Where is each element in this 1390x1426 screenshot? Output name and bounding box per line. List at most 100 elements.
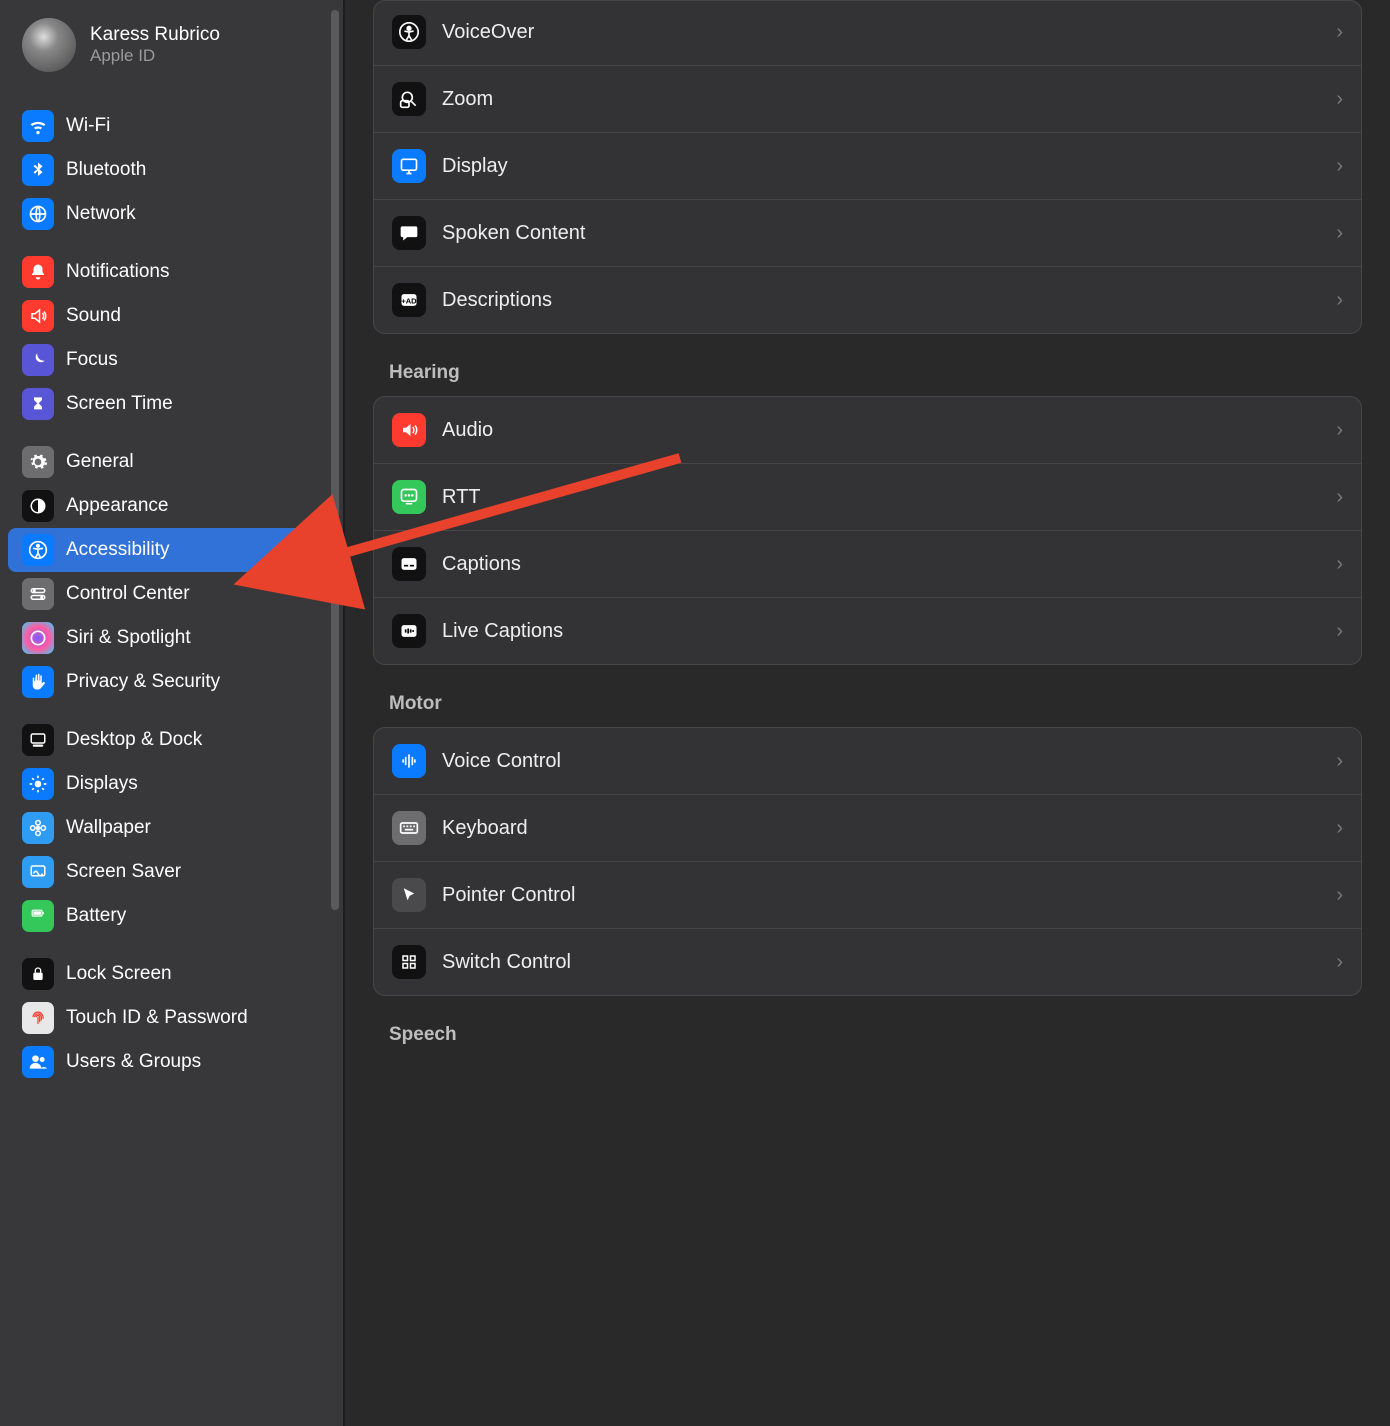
settings-row-rtt[interactable]: RTT›	[374, 464, 1361, 531]
sidebar-item-label: Users & Groups	[66, 1051, 201, 1073]
settings-row-voicecontrol[interactable]: Voice Control ›	[374, 728, 1361, 795]
lock-icon	[22, 958, 54, 990]
chevron-right-icon: ›	[1336, 419, 1343, 442]
chevron-right-icon: ›	[1336, 289, 1343, 312]
settings-row-display[interactable]: Display›	[374, 133, 1361, 200]
settings-row-label: Live Captions	[442, 620, 1320, 643]
section-title-speech: Speech	[389, 1024, 1362, 1046]
audio-icon	[392, 413, 426, 447]
sidebar-item-wifi[interactable]: Wi-Fi	[8, 104, 335, 148]
sidebar-scrollbar[interactable]	[331, 10, 339, 910]
sidebar-item-label: Privacy & Security	[66, 671, 220, 693]
bell-icon	[22, 256, 54, 288]
sidebar-item-label: Lock Screen	[66, 963, 172, 985]
sidebar-item-label: Siri & Spotlight	[66, 627, 191, 649]
chevron-right-icon: ›	[1336, 884, 1343, 907]
settings-row-captions[interactable]: Captions›	[374, 531, 1361, 598]
profile-name: Karess Rubrico	[90, 24, 220, 46]
settings-row-zoom[interactable]: Zoom›	[374, 66, 1361, 133]
hourglass-icon	[22, 388, 54, 420]
sidebar-item-lock[interactable]: Lock Screen	[8, 952, 335, 996]
settings-row-label: Pointer Control	[442, 884, 1320, 907]
bluetooth-icon	[22, 154, 54, 186]
zoom-icon	[392, 82, 426, 116]
chevron-right-icon: ›	[1336, 155, 1343, 178]
settings-row-label: Descriptions	[442, 289, 1320, 312]
chevron-right-icon: ›	[1336, 951, 1343, 974]
settings-group: Audio › RTT›Captions›Live Captions›	[373, 396, 1362, 665]
profile-section[interactable]: Karess Rubrico Apple ID	[8, 10, 335, 90]
settings-row-label: Voice Control	[442, 750, 1320, 773]
sidebar-item-label: Network	[66, 203, 136, 225]
chevron-right-icon: ›	[1336, 750, 1343, 773]
dock-icon	[22, 724, 54, 756]
sidebar-item-general[interactable]: General	[8, 440, 335, 484]
settings-group: Voice Control›Keyboard›Pointer Control›S…	[373, 727, 1362, 996]
settings-row-keyboard[interactable]: Keyboard›	[374, 795, 1361, 862]
sidebar-item-desktop[interactable]: Desktop & Dock	[8, 718, 335, 762]
battery-icon	[22, 900, 54, 932]
sidebar-item-screentime[interactable]: Screen Time	[8, 382, 335, 426]
chevron-right-icon: ›	[1336, 817, 1343, 840]
sidebar-item-appearance[interactable]: Appearance	[8, 484, 335, 528]
sidebar-item-users[interactable]: Users & Groups	[8, 1040, 335, 1084]
accessibility-icon	[22, 534, 54, 566]
settings-row-livecaptions[interactable]: Live Captions›	[374, 598, 1361, 664]
sidebar-item-label: Screen Saver	[66, 861, 181, 883]
settings-row-voiceover[interactable]: VoiceOver ›	[374, 1, 1361, 66]
settings-row-spoken[interactable]: Spoken Content›	[374, 200, 1361, 267]
sidebar-item-displays[interactable]: Displays	[8, 762, 335, 806]
sidebar-item-privacy[interactable]: Privacy & Security	[8, 660, 335, 704]
sidebar-item-label: Desktop & Dock	[66, 729, 202, 751]
sidebar-item-label: Wi-Fi	[66, 115, 110, 137]
settings-row-label: Spoken Content	[442, 222, 1320, 245]
sidebar-item-battery[interactable]: Battery	[8, 894, 335, 938]
svg-text:+AD: +AD	[401, 296, 417, 305]
settings-row-label: VoiceOver	[442, 21, 1320, 44]
section-title-hearing: Hearing	[389, 362, 1362, 384]
sidebar-item-label: Focus	[66, 349, 118, 371]
sidebar-item-accessibility[interactable]: Accessibility	[8, 528, 335, 572]
sidebar-item-siri[interactable]: Siri & Spotlight	[8, 616, 335, 660]
settings-row-pointer[interactable]: Pointer Control ›	[374, 862, 1361, 929]
settings-row-label: Audio	[442, 419, 1320, 442]
gear-icon	[22, 446, 54, 478]
voiceover-icon	[392, 15, 426, 49]
chevron-right-icon: ›	[1336, 21, 1343, 44]
voice-control-icon	[392, 744, 426, 778]
sidebar-item-focus[interactable]: Focus	[8, 338, 335, 382]
sidebar-item-controlcenter[interactable]: Control Center	[8, 572, 335, 616]
fingerprint-icon	[22, 1002, 54, 1034]
settings-row-switch[interactable]: Switch Control›	[374, 929, 1361, 995]
live-captions-icon	[392, 614, 426, 648]
chevron-right-icon: ›	[1336, 88, 1343, 111]
flower-icon	[22, 812, 54, 844]
settings-group: VoiceOver›Zoom›Display›Spoken Content›+A…	[373, 0, 1362, 334]
sidebar-item-sound[interactable]: Sound	[8, 294, 335, 338]
moon-icon	[22, 344, 54, 376]
sidebar-item-notifications[interactable]: Notifications	[8, 250, 335, 294]
sidebar-item-screensaver[interactable]: Screen Saver	[8, 850, 335, 894]
screensaver-icon	[22, 856, 54, 888]
system-settings-window: Karess Rubrico Apple ID Wi-Fi Bluetooth Ne…	[0, 0, 1390, 1426]
settings-row-descriptions[interactable]: +AD Descriptions ›	[374, 267, 1361, 333]
sidebar-item-label: Screen Time	[66, 393, 173, 415]
sidebar-item-label: Bluetooth	[66, 159, 146, 181]
sidebar-item-label: Appearance	[66, 495, 168, 517]
sidebar-item-touchid[interactable]: Touch ID & Password	[8, 996, 335, 1040]
sidebar-item-label: General	[66, 451, 134, 473]
settings-row-audio[interactable]: Audio ›	[374, 397, 1361, 464]
speaker-icon	[22, 300, 54, 332]
sidebar-item-network[interactable]: Network	[8, 192, 335, 236]
wifi-icon	[22, 110, 54, 142]
sidebar-item-label: Sound	[66, 305, 121, 327]
sidebar-item-bluetooth[interactable]: Bluetooth	[8, 148, 335, 192]
sidebar: Karess Rubrico Apple ID Wi-Fi Bluetooth Ne…	[0, 0, 343, 1426]
descriptions-icon: +AD	[392, 283, 426, 317]
sidebar-item-wallpaper[interactable]: Wallpaper	[8, 806, 335, 850]
avatar	[22, 18, 76, 72]
section-title-motor: Motor	[389, 693, 1362, 715]
network-icon	[22, 198, 54, 230]
brightness-icon	[22, 768, 54, 800]
sidebar-item-label: Wallpaper	[66, 817, 151, 839]
